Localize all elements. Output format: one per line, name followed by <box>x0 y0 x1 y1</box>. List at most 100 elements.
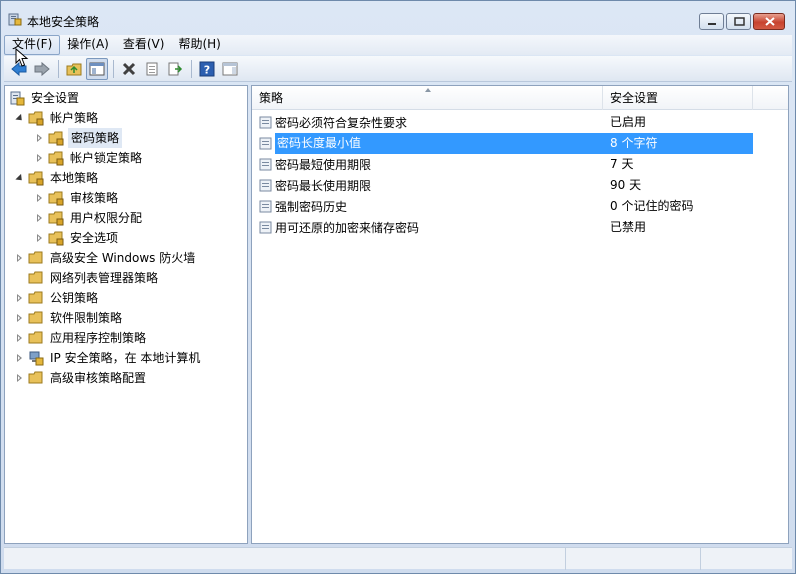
column-label: 策略 <box>259 91 284 105</box>
tree-label: IP 安全策略，在 本地计算机 <box>50 351 201 365</box>
tree-item-local-policies[interactable]: 本地策略 <box>15 168 100 188</box>
export-list-icon <box>168 62 183 75</box>
policy-setting: 0 个记住的密码 <box>610 199 694 213</box>
maximize-button[interactable] <box>726 13 751 30</box>
action-pane-button[interactable] <box>219 58 241 80</box>
tree-item-software-restriction[interactable]: 软件限制策略 <box>15 308 124 328</box>
close-button[interactable] <box>753 13 785 30</box>
collapsed-arrow-icon[interactable] <box>15 353 24 363</box>
tree-label: 本地策略 <box>50 171 99 185</box>
collapsed-arrow-icon[interactable] <box>35 193 44 203</box>
svg-text:?: ? <box>204 63 210 76</box>
export-list-button[interactable] <box>164 58 186 80</box>
show-hide-console-tree-button[interactable] <box>86 57 108 80</box>
policy-name: 密码最短使用期限 <box>275 158 372 172</box>
help-icon: ? <box>199 61 215 76</box>
status-pane-secondary <box>566 548 701 570</box>
folder-lock-icon <box>48 231 64 246</box>
tree-item-audit-policy[interactable]: 审核策略 <box>35 188 120 208</box>
column-header-setting[interactable]: 安全设置 <box>603 86 753 110</box>
tree-label: 用户权限分配 <box>70 211 143 225</box>
collapsed-arrow-icon[interactable] <box>35 213 44 223</box>
tree-item-account-lockout-policy[interactable]: 帐户锁定策略 <box>35 148 144 168</box>
main-window: 本地安全策略 文件(F) 操作(A) 查看(V) 帮助(H) ? 安全设置 帐户… <box>0 0 796 574</box>
toolbar: ? <box>4 56 792 82</box>
policy-setting: 7 天 <box>610 157 634 171</box>
delete-button[interactable] <box>118 58 140 80</box>
tree-item-advanced-audit[interactable]: 高级审核策略配置 <box>15 368 148 388</box>
ip-security-computer-icon <box>29 351 44 366</box>
minimize-button[interactable] <box>699 13 724 30</box>
tree-item-user-rights-assignment[interactable]: 用户权限分配 <box>35 208 144 228</box>
column-header-filler <box>753 86 788 110</box>
tree-label: 公钥策略 <box>50 291 99 305</box>
list-item[interactable]: 密码长度最小值 8 个字符 <box>252 133 788 154</box>
menu-action[interactable]: 操作(A) <box>60 35 116 55</box>
policy-name: 密码最长使用期限 <box>275 179 372 193</box>
security-settings-icon <box>10 91 25 106</box>
collapsed-arrow-icon[interactable] <box>35 233 44 243</box>
collapsed-arrow-icon[interactable] <box>15 253 24 263</box>
help-button[interactable]: ? <box>196 58 218 80</box>
tree-item-application-control[interactable]: 应用程序控制策略 <box>15 328 148 348</box>
tree-label: 密码策略 <box>68 128 123 148</box>
properties-button[interactable] <box>141 58 163 80</box>
policy-setting: 90 天 <box>610 178 642 192</box>
policy-setting: 已禁用 <box>610 220 647 234</box>
folder-lock-icon <box>28 171 44 186</box>
menu-file[interactable]: 文件(F) <box>4 35 61 55</box>
tree-label: 安全选项 <box>70 231 119 245</box>
policy-item-icon <box>259 137 272 150</box>
collapsed-arrow-icon[interactable] <box>15 313 24 323</box>
folder-icon <box>28 331 43 344</box>
tree-item-security-options[interactable]: 安全选项 <box>35 228 120 248</box>
collapsed-arrow-icon[interactable] <box>15 333 24 343</box>
tree-label: 安全设置 <box>31 91 80 105</box>
column-header-policy[interactable]: 策略 <box>252 86 603 110</box>
mouse-pointer-icon <box>15 48 29 67</box>
tree-label: 帐户策略 <box>50 111 99 125</box>
collapsed-arrow-icon[interactable] <box>15 293 24 303</box>
policy-item-icon <box>259 200 272 213</box>
forward-button[interactable] <box>31 58 53 80</box>
list-header: 策略 安全设置 <box>252 86 788 110</box>
list-item[interactable]: 密码最长使用期限 90 天 <box>252 175 788 196</box>
folder-icon <box>28 271 43 284</box>
up-one-level-button[interactable] <box>63 58 85 80</box>
toolbar-separator <box>191 59 192 78</box>
tree-item-public-key-policies[interactable]: 公钥策略 <box>15 288 100 308</box>
sort-ascending-icon <box>425 88 431 92</box>
folder-icon <box>28 371 43 384</box>
menu-help[interactable]: 帮助(H) <box>171 35 227 55</box>
tree-item-ip-security[interactable]: IP 安全策略，在 本地计算机 <box>15 348 202 368</box>
status-pane-main <box>4 548 566 570</box>
tree-label: 帐户锁定策略 <box>70 151 143 165</box>
status-pane-tertiary <box>701 548 790 570</box>
collapsed-arrow-icon[interactable] <box>35 133 44 143</box>
expanded-arrow-icon[interactable] <box>15 114 24 123</box>
collapsed-arrow-icon[interactable] <box>35 153 44 163</box>
tree-item-windows-firewall[interactable]: 高级安全 Windows 防火墙 <box>15 248 197 268</box>
console-pane-icon <box>222 62 238 75</box>
status-bar <box>4 547 792 570</box>
list-item[interactable]: 用可还原的加密来储存密码 已禁用 <box>252 217 788 238</box>
list-item[interactable]: 密码最短使用期限 7 天 <box>252 154 788 175</box>
policy-list: 策略 安全设置 密码必须符合复杂性要求 已启用 密码长度最小值 8 个字符 密码… <box>251 85 789 544</box>
folder-lock-icon <box>48 191 64 206</box>
tree-label: 软件限制策略 <box>50 311 123 325</box>
security-policy-app-icon <box>8 13 22 26</box>
tree-item-security-settings[interactable]: 安全设置 <box>9 88 81 108</box>
tree-item-password-policy[interactable]: 密码策略 <box>35 128 123 148</box>
collapsed-arrow-icon[interactable] <box>15 373 24 383</box>
tree-item-network-list-manager[interactable]: 网络列表管理器策略 <box>28 268 160 288</box>
policy-item-icon <box>259 158 272 171</box>
expanded-arrow-icon[interactable] <box>15 174 24 183</box>
policy-setting: 已启用 <box>610 115 647 129</box>
console-tree: 安全设置 帐户策略 密码策略 帐户锁定策略 本地策略 审核策略 用户权限分配 安… <box>4 85 248 544</box>
list-item[interactable]: 密码必须符合复杂性要求 已启用 <box>252 112 788 133</box>
list-item[interactable]: 强制密码历史 0 个记住的密码 <box>252 196 788 217</box>
tree-item-account-policies[interactable]: 帐户策略 <box>15 108 100 128</box>
title-bar[interactable]: 本地安全策略 <box>1 1 795 33</box>
policy-item-icon <box>259 116 272 129</box>
menu-view[interactable]: 查看(V) <box>116 35 172 55</box>
